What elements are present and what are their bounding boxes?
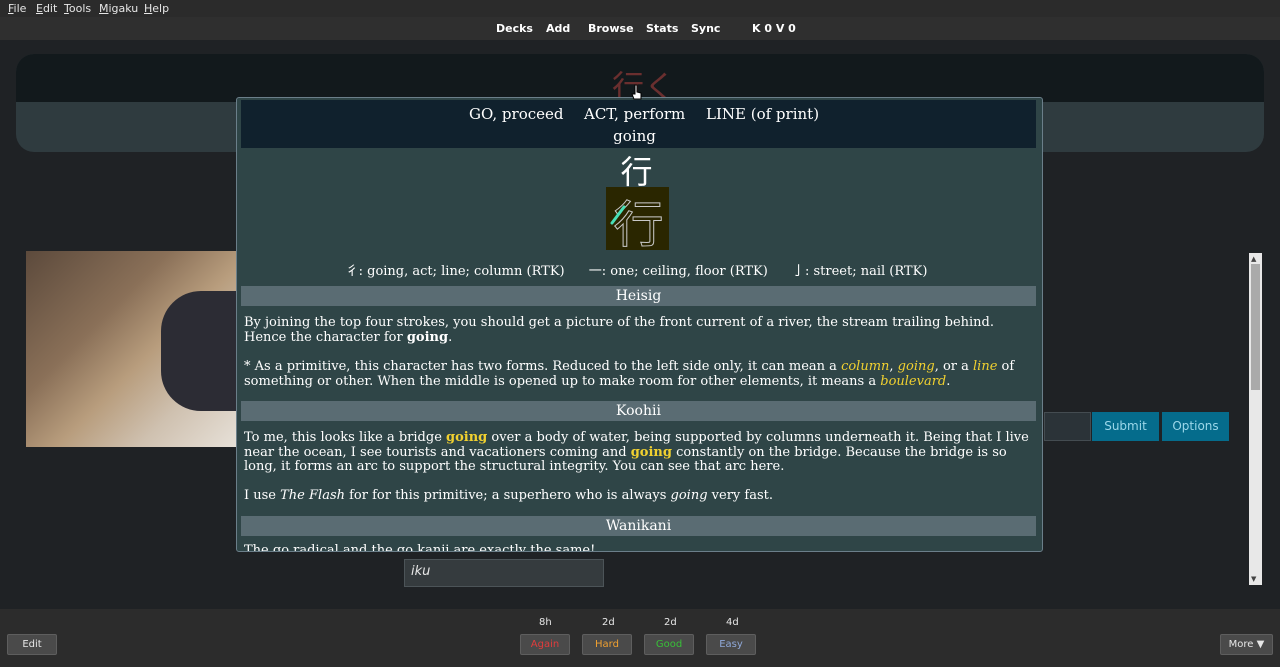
menu-help[interactable]: Help bbox=[144, 2, 169, 15]
scroll-up-icon[interactable]: ▲ bbox=[1251, 255, 1256, 263]
hard-interval: 2d bbox=[602, 617, 615, 628]
card-image bbox=[26, 251, 241, 447]
component-3: 亅: street; nail (RTK) bbox=[791, 264, 928, 279]
kanji-popup: GO, proceed ACT, perform LINE (of print)… bbox=[236, 97, 1043, 552]
answer-bar bbox=[0, 609, 1280, 667]
meaning-3: LINE (of print) bbox=[706, 105, 820, 123]
queue-counts: K 0 V 0 bbox=[752, 22, 796, 35]
wanikani-text: The go radical and the go kanji are exac… bbox=[244, 543, 596, 552]
menu-file[interactable]: File bbox=[8, 2, 26, 15]
stroke-highlight bbox=[610, 205, 626, 225]
menu-bar: File Edit Tools Migaku Help bbox=[0, 0, 1280, 17]
image-figure bbox=[161, 291, 241, 411]
nav-decks[interactable]: Decks bbox=[496, 22, 533, 35]
component-2: 一: one; ceiling, floor (RTK) bbox=[588, 264, 768, 279]
nav-add[interactable]: Add bbox=[546, 22, 570, 35]
koohii-story: To me, this looks like a bridge going ov… bbox=[244, 430, 1029, 474]
menu-edit[interactable]: Edit bbox=[36, 2, 57, 15]
hand-cursor-icon bbox=[631, 84, 642, 100]
again-button[interactable]: Again bbox=[520, 634, 570, 655]
heisig-header: Heisig bbox=[241, 286, 1036, 306]
answer-input[interactable]: iku bbox=[404, 559, 604, 587]
nav-stats[interactable]: Stats bbox=[646, 22, 678, 35]
menu-migaku[interactable]: Migaku bbox=[99, 2, 138, 15]
top-toolbar: Decks Add Browse Stats Sync K 0 V 0 bbox=[0, 17, 1280, 41]
hard-button[interactable]: Hard bbox=[582, 634, 632, 655]
heisig-story: By joining the top four strokes, you sho… bbox=[244, 315, 995, 345]
koohii-header: Koohii bbox=[241, 401, 1036, 421]
options-button[interactable]: Options bbox=[1162, 412, 1229, 441]
keyword: going bbox=[613, 127, 656, 145]
good-interval: 2d bbox=[664, 617, 677, 628]
component-1: 彳: going, act; line; column (RTK) bbox=[345, 264, 565, 279]
menu-tools[interactable]: Tools bbox=[64, 2, 91, 15]
heisig-primitive-note: * As a primitive, this character has two… bbox=[244, 359, 1015, 389]
meaning-1: GO, proceed bbox=[469, 105, 564, 123]
scroll-down-icon[interactable]: ▼ bbox=[1251, 575, 1256, 583]
stroke-order-diagram[interactable]: 行 bbox=[606, 187, 669, 255]
scrollbar-thumb[interactable] bbox=[1251, 264, 1260, 390]
easy-button[interactable]: Easy bbox=[706, 634, 756, 655]
nav-browse[interactable]: Browse bbox=[588, 22, 634, 35]
submit-button[interactable]: Submit bbox=[1092, 412, 1159, 441]
more-button[interactable]: More ▼ bbox=[1220, 634, 1273, 655]
wanikani-header: Wanikani bbox=[241, 516, 1036, 536]
easy-interval: 4d bbox=[726, 617, 739, 628]
edit-button[interactable]: Edit bbox=[7, 634, 57, 655]
again-interval: 8h bbox=[539, 617, 552, 628]
koohii-primitive-note: I use The Flash for for this primitive; … bbox=[244, 488, 773, 503]
components-list: 彳: going, act; line; column (RTK) 一: one… bbox=[237, 260, 1036, 279]
meaning-2: ACT, perform bbox=[584, 105, 686, 123]
good-button[interactable]: Good bbox=[644, 634, 694, 655]
nav-sync[interactable]: Sync bbox=[691, 22, 720, 35]
answer-field-edge[interactable] bbox=[1044, 412, 1091, 441]
